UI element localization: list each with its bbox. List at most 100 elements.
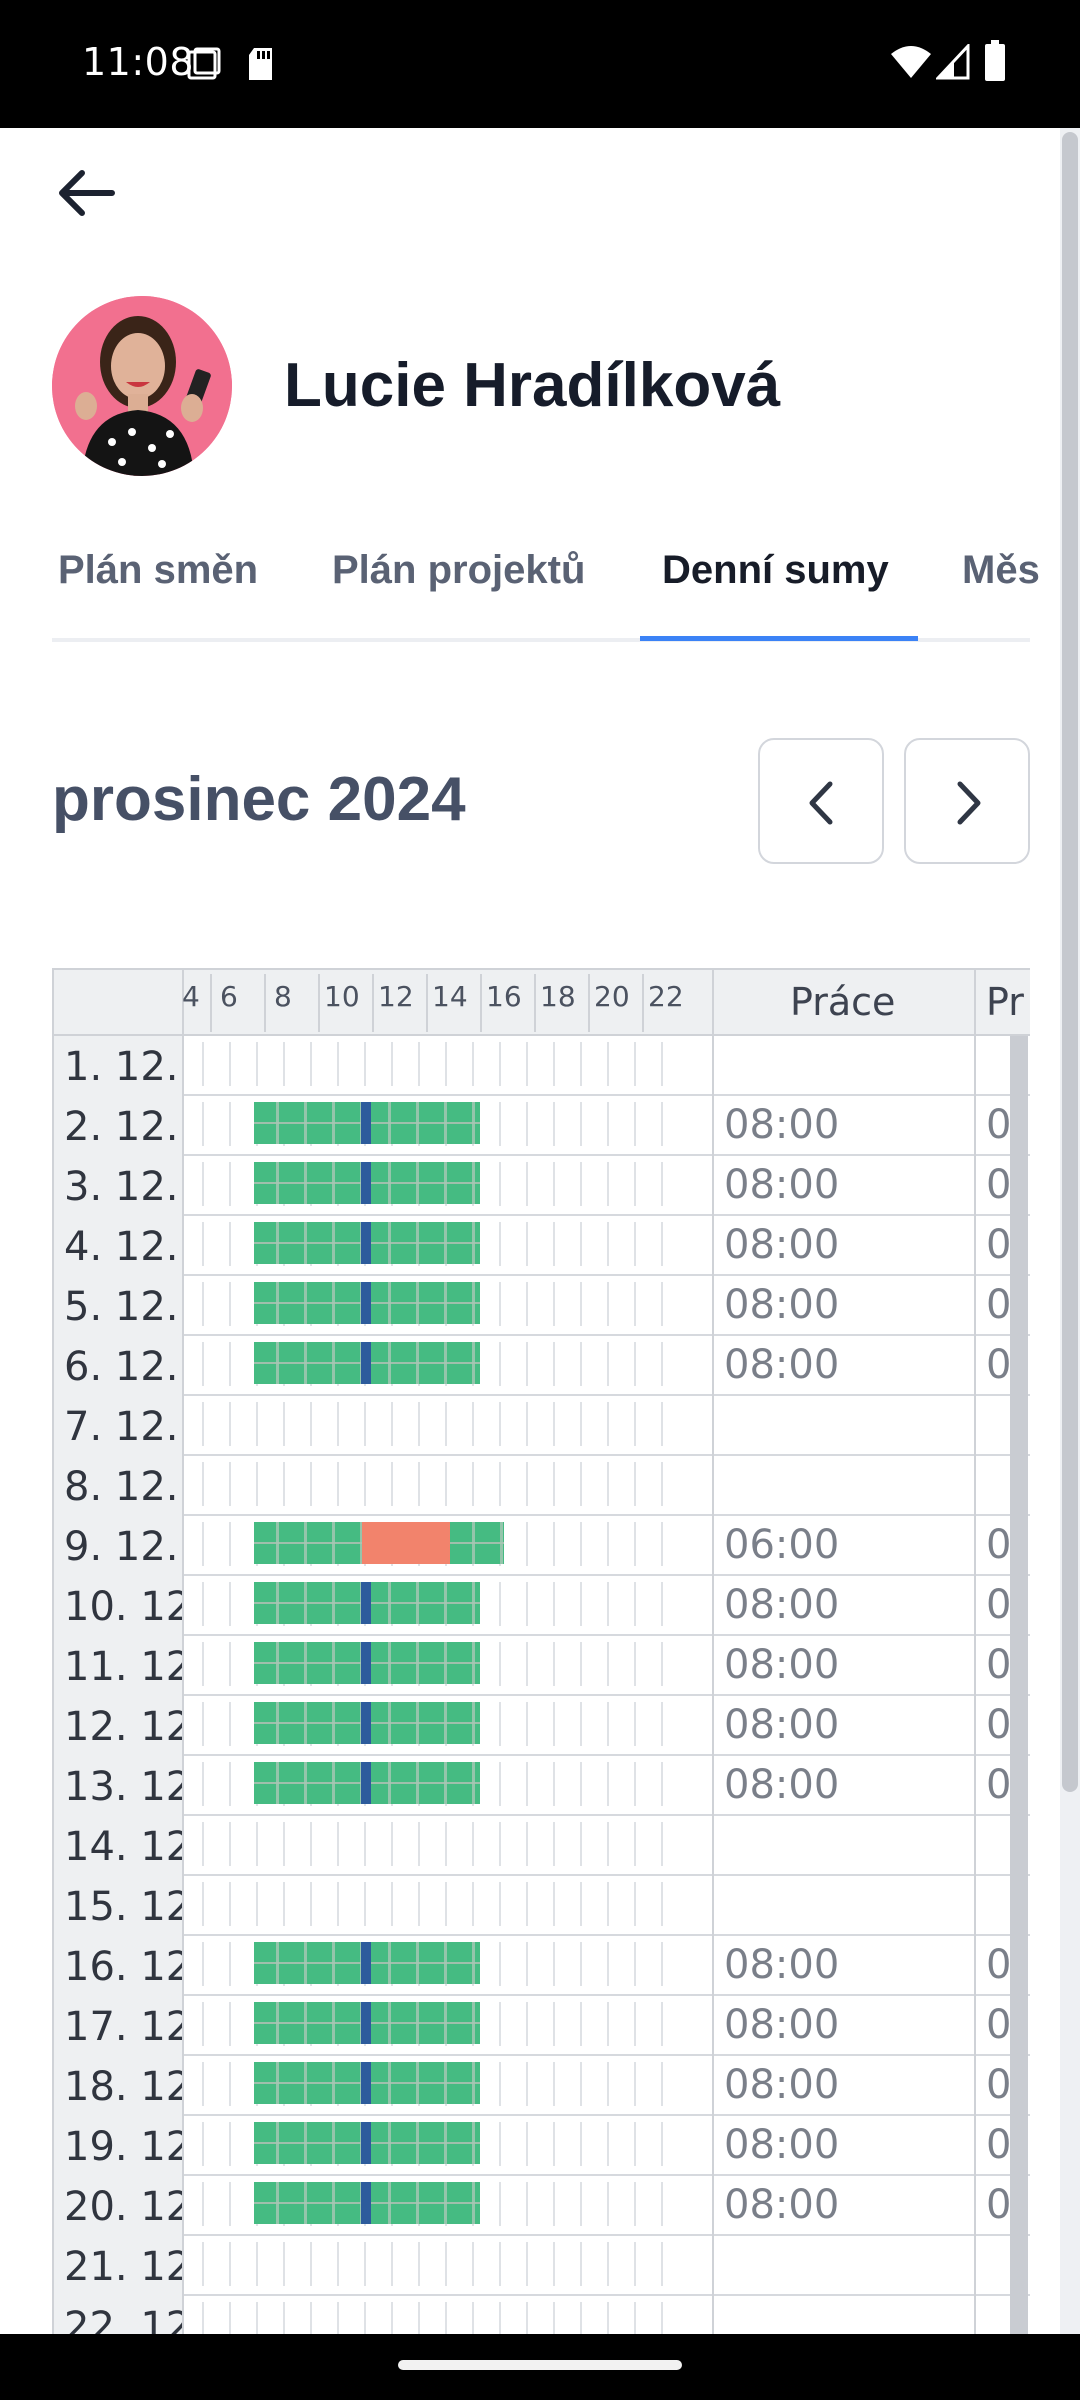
table-scrollbar[interactable] [1010,1036,1028,2334]
shift-bar-segment [416,1582,419,1624]
next-value: 0 [986,2122,1012,2168]
hour-tick [580,1882,582,1926]
hour-tick [310,1402,312,1446]
tab-monthly[interactable]: Měs [962,548,1040,593]
hour-tick [661,1762,663,1806]
hour-tick [256,1822,258,1866]
next-month-button[interactable] [904,738,1030,864]
shift-bar-segment [388,2122,391,2164]
daily-sums-table[interactable]: 46 8 10 12 14 16 18 20 22 Práce Pr 1. 12. 2 2. 12… [52,968,1030,2334]
shift-bar-line [254,1542,362,1544]
date-label: 18. 12. [64,2064,182,2110]
table-row[interactable]: 5. 12. 2 08:00 0 [52,1276,1030,1336]
table-row[interactable]: 21. 12. [52,2236,1030,2296]
table-row[interactable]: 18. 12. 08:00 0 [52,2056,1030,2116]
hour-tick [337,1042,339,1086]
next-value: 0 [986,1522,1012,1568]
date-label: 1. 12. 2 [64,1044,182,1090]
table-row[interactable]: 8. 12. 2 [52,1456,1030,1516]
table-row[interactable]: 19. 12. 08:00 0 [52,2116,1030,2176]
app-screen: Lucie Hradílková Plán směn Plán projektů… [0,128,1080,2334]
hour-tick [499,2062,501,2106]
date-label: 11. 12. [64,1644,182,1690]
hour-tick [634,1522,636,1566]
hour-tick [337,2302,339,2334]
table-row[interactable]: 9. 12. 2 06:00 0 [52,1516,1030,1576]
date-label: 3. 12. 2 [64,1164,182,1210]
hour-tick [364,2242,366,2286]
shift-bar-segment [388,1762,391,1804]
break-marker [361,1642,371,1684]
hour-tick [553,2002,555,2046]
hour-tick [337,1462,339,1506]
table-row[interactable]: 1. 12. 2 [52,1036,1030,1096]
tab-daily-sums[interactable]: Denní sumy [662,548,889,593]
hour-tick [391,1822,393,1866]
shift-bar-segment [388,1702,391,1744]
table-row[interactable]: 6. 12. 2 08:00 0 [52,1336,1030,1396]
hour-tick [499,1102,501,1146]
table-row[interactable]: 22. 12. [52,2296,1030,2334]
page-scrollbar[interactable] [1062,132,1078,1792]
table-row[interactable]: 11. 12. 08:00 0 [52,1636,1030,1696]
shift-bar-segment [276,1342,279,1384]
hour-tick [607,2062,609,2106]
table-row[interactable]: 16. 12. 08:00 0 [52,1936,1030,1996]
hour-tick [310,1882,312,1926]
hour-tick [526,1822,528,1866]
table-row[interactable]: 17. 12. 08:00 0 [52,1996,1030,2056]
hour-tick [229,2122,231,2166]
hour-tick [661,2122,663,2166]
shift-bar-segment [444,1342,447,1384]
hour-tick [607,2182,609,2226]
hour-tick [391,1882,393,1926]
absence-bar[interactable] [362,1522,450,1564]
table-row[interactable]: 4. 12. 2 08:00 0 [52,1216,1030,1276]
work-hours: 08:00 [724,1762,840,1808]
hour-tick [607,1042,609,1086]
table-row[interactable]: 13. 12. 08:00 0 [52,1756,1030,1816]
table-row[interactable]: 7. 12. 2 [52,1396,1030,1456]
date-cell: 2. 12. 2 [52,1096,184,1156]
hour-tick [499,1822,501,1866]
shift-bar-segment [500,1522,503,1564]
hour-tick [553,1162,555,1206]
hour-divider [318,974,320,1032]
shift-bar-segment [472,1582,475,1624]
hour-tick [580,1762,582,1806]
table-row[interactable]: 20. 12. 08:00 0 [52,2176,1030,2236]
shift-bar-segment [332,2002,335,2044]
shift-bar-segment [276,2182,279,2224]
hour-tick [607,1882,609,1926]
table-row[interactable]: 3. 12. 2 08:00 0 [52,1156,1030,1216]
cellular-icon [936,44,970,80]
tab-project-plan[interactable]: Plán projektů [332,548,585,593]
home-gesture-handle[interactable] [398,2360,682,2370]
hour-tick [526,1222,528,1266]
hour-tick [445,1822,447,1866]
back-button[interactable] [52,158,132,228]
date-label: 14. 12. [64,1824,182,1870]
work-cell: 08:00 [712,1756,974,1816]
shift-bar-segment [304,2062,307,2104]
date-label: 13. 12. [64,1764,182,1810]
hour-tick [310,1462,312,1506]
table-row[interactable]: 15. 12. [52,1876,1030,1936]
work-hours: 08:00 [724,1702,840,1748]
prev-month-button[interactable] [758,738,884,864]
hour-tick [256,2242,258,2286]
shift-bar-segment [388,1582,391,1624]
table-row[interactable]: 2. 12. 2 08:00 0 [52,1096,1030,1156]
table-row[interactable]: 10. 12. 08:00 0 [52,1576,1030,1636]
hour-tick [580,1462,582,1506]
hour-tick [526,1102,528,1146]
date-cell: 16. 12. [52,1936,184,1996]
shift-bar-segment [276,1522,279,1564]
table-row[interactable]: 12. 12. 08:00 0 [52,1696,1030,1756]
work-cell: 08:00 [712,1336,974,1396]
table-row[interactable]: 14. 12. [52,1816,1030,1876]
tab-shift-plan[interactable]: Plán směn [58,548,258,593]
hour-tick [337,1822,339,1866]
hour-tick [580,1042,582,1086]
shift-bar-segment [332,2122,335,2164]
